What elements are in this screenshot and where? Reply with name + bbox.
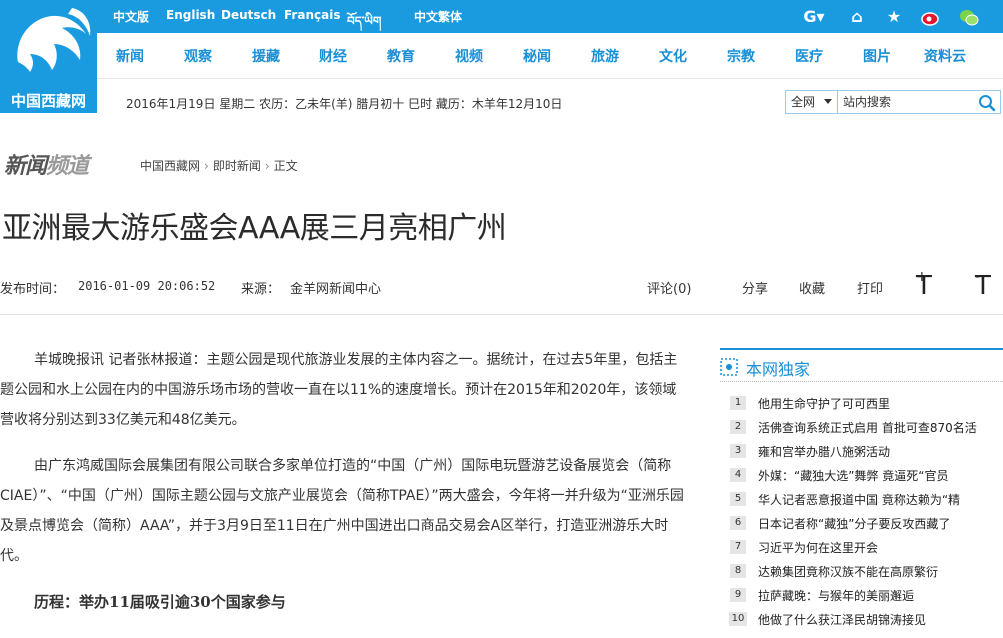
list-item-link[interactable]: 华人记者恶意报道中国 竟称达赖为“精 <box>758 491 1003 508</box>
list-item-link[interactable]: 外媒：“藏独大选”舞弊 竟逼死“官员 <box>758 467 1003 484</box>
breadcrumb-news[interactable]: 即时新闻 <box>213 159 261 173</box>
font-increase-sign: + <box>916 269 928 285</box>
list-item[interactable]: 3 雍和宫举办腊八施粥活动 <box>720 440 1003 464</box>
list-item[interactable]: 1 他用生命守护了可可西里 <box>720 392 1003 416</box>
breadcrumb-separator-icon: › <box>264 159 270 173</box>
sidebar-header: 本网独家 <box>720 348 1003 382</box>
list-item[interactable]: 9 拉萨藏晚：与猴年的美丽邂逅 <box>720 584 1003 608</box>
article-title: 亚洲最大游乐盛会AAA展三月亮相广州 <box>2 211 507 246</box>
rank-number: 7 <box>730 540 746 554</box>
source-label: 来源： <box>241 282 281 297</box>
breadcrumb: 中国西藏网 › 即时新闻 › 正文 <box>140 157 298 174</box>
list-item-link[interactable]: 日本记者称“藏独”分子要反攻西藏了 <box>758 515 1003 532</box>
article-paragraph: 羊城晚报讯 记者张林报道：主题公园是现代旅游业发展的主体内容之一。据统计，在过去… <box>0 352 678 428</box>
exclusive-list: 1 他用生命守护了可可西里 2 活佛查询系统正式启用 首批可查870名活 3 雍和宫举… <box>720 392 1003 632</box>
list-item-link[interactable]: 活佛查询系统正式启用 首批可查870名活 <box>758 419 1003 436</box>
nav-observe[interactable]: 观察 <box>184 46 212 66</box>
nav-finance[interactable]: 财经 <box>319 46 347 66</box>
article-meta: 发布时间： 2016-01-09 20:06:52 来源： 金羊网新闻中心 评论… <box>0 269 1003 301</box>
yak-logo-icon <box>17 8 91 73</box>
rank-number: 3 <box>730 444 746 458</box>
wechat-icon[interactable] <box>958 6 980 28</box>
rank-number: 2 <box>730 420 746 434</box>
font-decrease-button[interactable]: T- <box>975 269 991 301</box>
font-increase-button[interactable]: T + <box>916 269 932 301</box>
divider <box>0 314 1003 315</box>
home-icon[interactable]: ⌂ <box>846 6 868 28</box>
main-nav: 新闻 观察 援藏 财经 教育 视频 秘闻 旅游 文化 宗教 医疗 图片 资料云 <box>97 33 1003 79</box>
weibo-icon[interactable] <box>920 6 942 28</box>
lang-traditional-chinese[interactable]: 中文繁体 <box>414 8 462 25</box>
nav-education[interactable]: 教育 <box>387 46 415 66</box>
favorite-button[interactable]: 收藏 <box>799 278 825 297</box>
share-button[interactable]: 分享 <box>742 278 768 297</box>
site-logo[interactable]: 中国西藏网 <box>0 0 97 113</box>
list-item-link[interactable]: 习近平为何在这里开会 <box>758 539 1003 556</box>
nav-culture[interactable]: 文化 <box>659 46 687 66</box>
logo-text: 中国西藏网 <box>10 92 86 110</box>
print-button[interactable]: 打印 <box>857 278 883 297</box>
search-icon[interactable] <box>978 94 996 112</box>
article-body: 羊城晚报讯 记者张林报道：主题公园是现代旅游业发展的主体内容之一。据统计，在过去… <box>0 345 690 633</box>
channel-name-a: 新闻 <box>4 154 47 179</box>
nav-religion[interactable]: 宗教 <box>727 46 755 66</box>
date-line: 2016年1月19日 星期二 农历：乙未年(羊) 腊月初十 巳时 藏历：木羊年1… <box>126 97 563 111</box>
top-bar: 中文版 English Deutsch Français བོད་ཡིག 中文繁… <box>97 0 1003 33</box>
search-scope-select[interactable]: 全网 <box>786 91 838 113</box>
rank-number: 1 <box>730 396 746 410</box>
font-decrease-sign: - <box>975 269 981 285</box>
search-box: 全网 <box>785 90 1001 114</box>
list-item-link[interactable]: 达赖集团竟称汉族不能在高原繁衍 <box>758 563 1003 580</box>
section-mark-icon <box>720 358 738 376</box>
rank-number: 5 <box>730 492 746 506</box>
nav-pictures[interactable]: 图片 <box>863 46 891 66</box>
list-item[interactable]: 5 华人记者恶意报道中国 竟称达赖为“精 <box>720 488 1003 512</box>
list-item[interactable]: 8 达赖集团竟称汉族不能在高原繁衍 <box>720 560 1003 584</box>
rank-number: 10 <box>729 612 747 626</box>
rank-number: 8 <box>730 564 746 578</box>
publish-time-label: 发布时间： <box>0 282 66 297</box>
breadcrumb-separator-icon: › <box>204 159 209 173</box>
list-item-link[interactable]: 他用生命守护了可可西里 <box>758 395 1003 412</box>
nav-medical[interactable]: 医疗 <box>795 46 823 66</box>
nav-travel[interactable]: 旅游 <box>591 46 619 66</box>
list-item[interactable]: 4 外媒：“藏独大选”舞弊 竟逼死“官员 <box>720 464 1003 488</box>
list-item[interactable]: 2 活佛查询系统正式启用 首批可查870名活 <box>720 416 1003 440</box>
nav-video[interactable]: 视频 <box>455 46 483 66</box>
lang-chinese[interactable]: 中文版 <box>113 8 149 25</box>
breadcrumb-home[interactable]: 中国西藏网 <box>140 159 200 173</box>
chevron-down-icon <box>824 99 832 104</box>
lang-french[interactable]: Français <box>284 8 340 22</box>
lang-english[interactable]: English <box>166 8 215 22</box>
breadcrumb-current: 正文 <box>273 159 298 173</box>
nav-secrets[interactable]: 秘闻 <box>523 46 551 66</box>
source-name[interactable]: 金羊网新闻中心 <box>290 278 381 297</box>
list-item-link[interactable]: 他做了什么获江泽民胡锦涛接见 <box>758 611 1003 628</box>
nav-aid-tibet[interactable]: 援藏 <box>252 46 280 66</box>
search-input[interactable] <box>839 91 975 113</box>
nav-data-cloud[interactable]: 资料云 <box>924 46 966 66</box>
list-item[interactable]: 10 他做了什么获江泽民胡锦涛接见 <box>720 608 1003 632</box>
nav-news[interactable]: 新闻 <box>116 46 144 66</box>
article-subheading: 历程：举办11届吸引逾30个国家参与 <box>34 593 286 611</box>
channel-logo[interactable]: 新闻频道 <box>4 148 89 180</box>
star-icon[interactable]: ★ <box>883 6 905 28</box>
sidebar-title: 本网独家 <box>746 360 811 379</box>
publish-time: 2016-01-09 20:06:52 <box>78 279 216 293</box>
article-paragraph: 由广东鸿威国际会展集团有限公司联合多家单位打造的“中国（广州）国际电玩暨游艺设备… <box>0 458 684 564</box>
rank-number: 4 <box>730 468 746 482</box>
list-item[interactable]: 6 日本记者称“藏独”分子要反攻西藏了 <box>720 512 1003 536</box>
rank-number: 9 <box>730 588 746 602</box>
lang-german[interactable]: Deutsch <box>221 8 276 22</box>
channel-name-b: 频道 <box>46 154 89 179</box>
rank-number: 6 <box>730 516 746 530</box>
list-item-link[interactable]: 拉萨藏晚：与猴年的美丽邂逅 <box>758 587 1003 604</box>
list-item[interactable]: 7 习近平为何在这里开会 <box>720 536 1003 560</box>
comment-link[interactable]: 评论(0) <box>647 278 691 297</box>
sidebar-exclusive: 本网独家 1 他用生命守护了可可西里 2 活佛查询系统正式启用 首批可查870名活 … <box>720 348 1003 632</box>
search-scope-value: 全网 <box>791 95 816 109</box>
list-item-link[interactable]: 雍和宫举办腊八施粥活动 <box>758 443 1003 460</box>
google-plus-menu-icon[interactable]: G▾ <box>797 6 831 28</box>
